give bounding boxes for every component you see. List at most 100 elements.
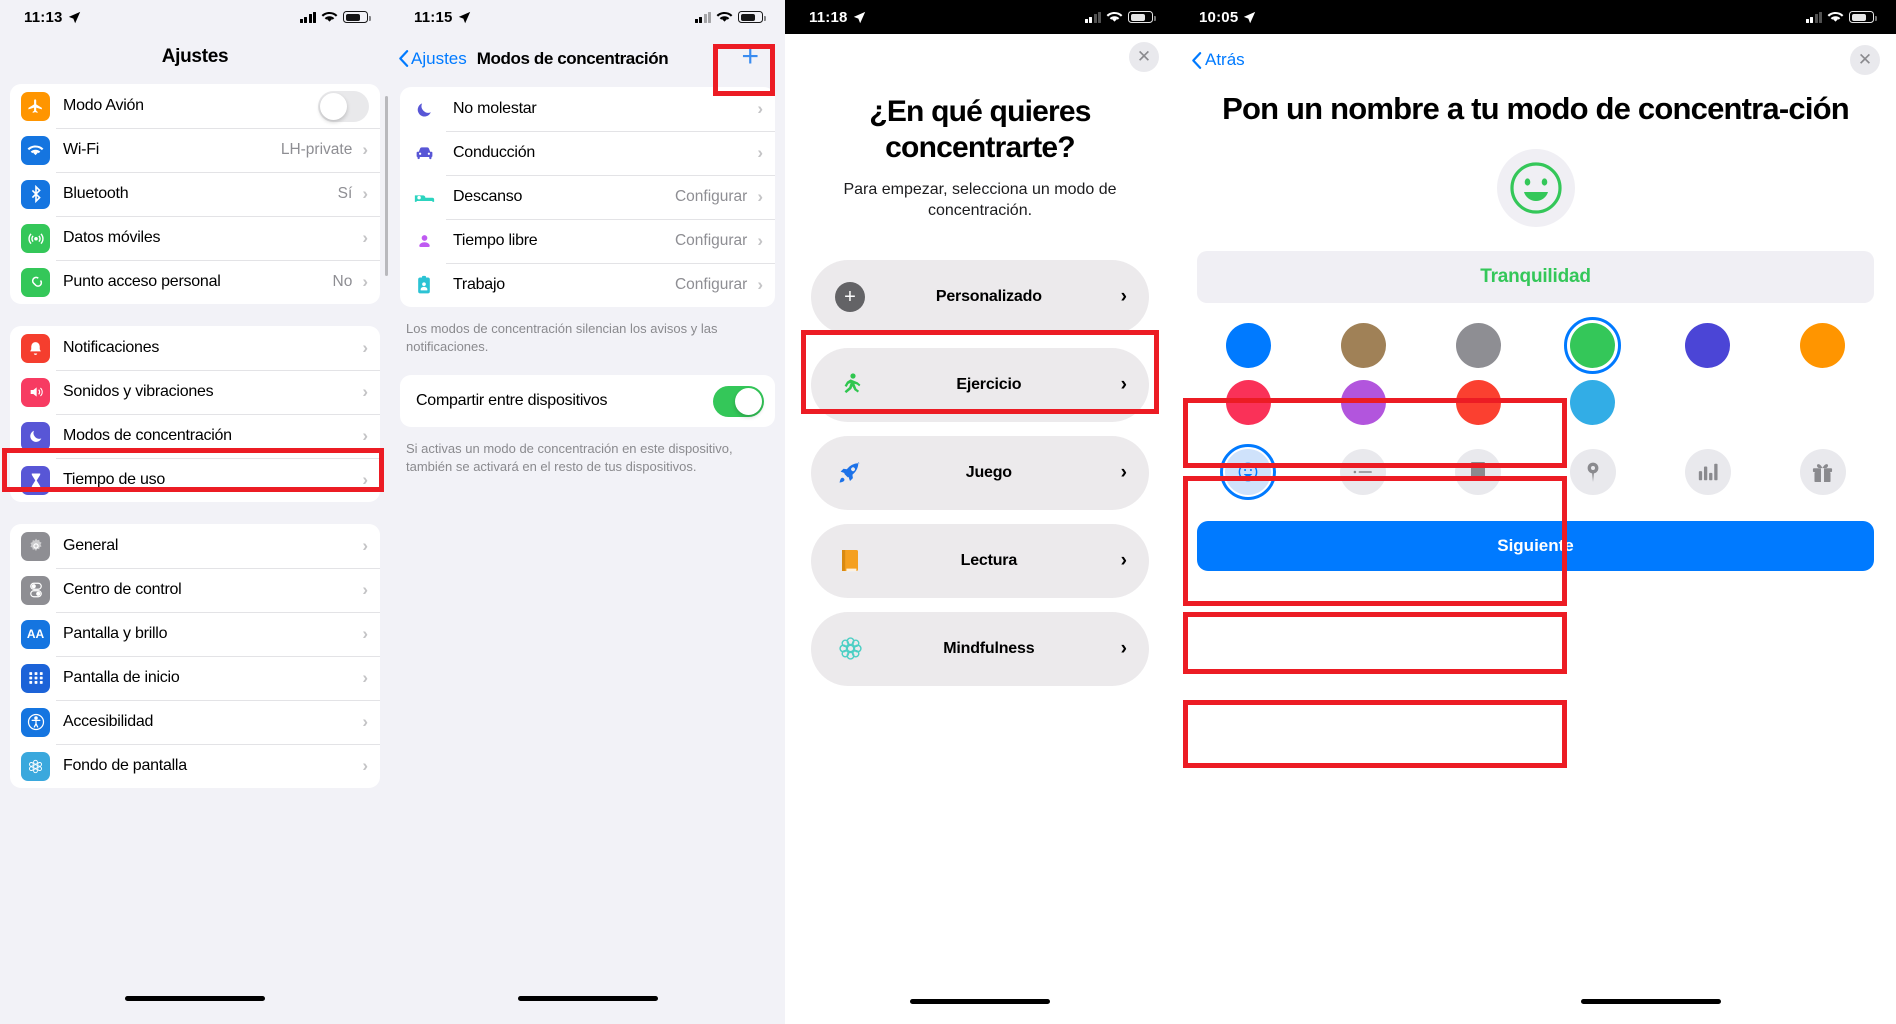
settings-row-accessibility[interactable]: Accesibilidad › xyxy=(10,700,380,744)
color-swatch-pink[interactable] xyxy=(1225,380,1271,426)
next-button[interactable]: Siguiente xyxy=(1197,521,1874,572)
grid-icon xyxy=(21,663,50,693)
chart-icon[interactable] xyxy=(1684,449,1731,496)
settings-row-sounds[interactable]: Sonidos y vibraciones › xyxy=(10,370,380,414)
moon-icon xyxy=(411,95,437,124)
settings-row-bluetooth[interactable]: Bluetooth Sí › xyxy=(10,172,380,216)
panel-focus-name: 10:05 Atrás ✕ Pon un nombre a tu modo de… xyxy=(1175,0,1896,1024)
focus-row-label: Conducción xyxy=(453,144,535,161)
settings-row-cellular[interactable]: Datos móviles › xyxy=(10,216,380,260)
focus-option-fitness[interactable]: Ejercicio › xyxy=(811,347,1149,422)
focus-row-driving[interactable]: Conducción › xyxy=(400,131,775,175)
color-swatch-green[interactable] xyxy=(1564,317,1622,375)
color-swatch-orange[interactable] xyxy=(1800,323,1846,369)
color-swatch-indigo[interactable] xyxy=(1685,323,1731,369)
chevron-right-icon: › xyxy=(362,580,368,599)
settings-row-controlcenter[interactable]: Centro de control › xyxy=(10,568,380,612)
chevron-right-icon: › xyxy=(757,187,763,206)
focus-row-work[interactable]: Trabajo Configurar › xyxy=(400,263,775,307)
gear-icon xyxy=(21,531,50,561)
color-swatch-brown[interactable] xyxy=(1340,323,1386,369)
chevron-right-icon: › xyxy=(362,712,368,731)
focus-row-sleep[interactable]: Descanso Configurar › xyxy=(400,175,775,219)
chevron-right-icon: › xyxy=(362,338,368,357)
back-button-label: Ajustes xyxy=(411,48,467,68)
sheet-nav-bar: ✕ xyxy=(785,34,1175,80)
settings-row-display[interactable]: AA Pantalla y brillo › xyxy=(10,612,380,656)
focus-name-input[interactable]: Tranquilidad xyxy=(1197,251,1874,304)
status-bar: 11:18 xyxy=(785,0,1175,34)
chevron-right-icon: › xyxy=(1120,461,1127,483)
location-icon xyxy=(1244,11,1256,23)
settings-row-label: Datos móviles xyxy=(63,229,161,246)
settings-row-label: Fondo de pantalla xyxy=(63,757,187,774)
settings-row-label: Pantalla de inicio xyxy=(63,669,180,686)
wifi-icon xyxy=(1827,11,1844,22)
focus-option-custom[interactable]: + Personalizado › xyxy=(811,259,1149,334)
settings-row-value: Sí xyxy=(337,185,353,202)
color-swatch-gray[interactable] xyxy=(1455,323,1501,369)
focus-option-gaming[interactable]: Juego › xyxy=(811,435,1149,510)
chevron-right-icon: › xyxy=(757,143,763,162)
focus-option-mindfulness[interactable]: Mindfulness › xyxy=(811,611,1149,686)
home-indicator xyxy=(517,996,658,1001)
bookmark-icon[interactable] xyxy=(1455,449,1502,496)
next-button-label: Siguiente xyxy=(1497,536,1574,556)
back-button[interactable]: Atrás xyxy=(1191,50,1245,70)
cellular-signal-icon xyxy=(1084,11,1101,23)
chevron-right-icon: › xyxy=(362,140,368,159)
list-icon[interactable] xyxy=(1340,449,1387,496)
color-swatch-red[interactable] xyxy=(1455,380,1501,426)
settings-row-wifi[interactable]: Wi-Fi LH-private › xyxy=(10,128,380,172)
focus-option-reading[interactable]: Lectura › xyxy=(811,523,1149,598)
chevron-left-icon xyxy=(399,50,409,67)
chevron-right-icon: › xyxy=(757,231,763,250)
share-across-devices-row[interactable]: Compartir entre dispositivos xyxy=(400,375,775,427)
back-button[interactable]: Ajustes xyxy=(398,49,467,69)
home-indicator xyxy=(1581,999,1721,1004)
settings-row-general[interactable]: General › xyxy=(10,524,380,568)
cellular-signal-icon xyxy=(1805,11,1822,23)
color-swatch-purple[interactable] xyxy=(1340,380,1386,426)
settings-row-homescreen[interactable]: Pantalla de inicio › xyxy=(10,656,380,700)
close-icon[interactable]: ✕ xyxy=(1850,45,1880,75)
smiley-icon xyxy=(1509,162,1562,214)
chevron-right-icon: › xyxy=(757,99,763,118)
airplane-toggle[interactable] xyxy=(318,90,369,122)
focus-modes-footer: Los modos de concentración silencian los… xyxy=(406,321,718,354)
settings-row-notifications[interactable]: Notificaciones › xyxy=(10,326,380,370)
focus-row-personal[interactable]: Tiempo libre Configurar › xyxy=(400,219,775,263)
settings-row-label: Accesibilidad xyxy=(63,713,154,730)
chevron-right-icon: › xyxy=(757,275,763,294)
settings-row-airplane[interactable]: Modo Avión xyxy=(10,84,380,128)
settings-row-wallpaper[interactable]: Fondo de pantalla › xyxy=(10,744,380,788)
chevron-right-icon: › xyxy=(362,272,368,291)
color-swatch-teal[interactable] xyxy=(1570,380,1616,426)
share-across-devices-toggle[interactable] xyxy=(713,385,764,417)
focus-name-sheet: Atrás ✕ Pon un nombre a tu modo de conce… xyxy=(1175,34,1896,1024)
settings-row-focus[interactable]: Modos de concentración › xyxy=(10,414,380,458)
add-focus-button[interactable]: + xyxy=(727,42,773,73)
home-indicator xyxy=(125,996,265,1001)
settings-row-label: Pantalla y brillo xyxy=(63,625,168,642)
pin-icon[interactable] xyxy=(1569,449,1616,496)
cellular-icon xyxy=(21,223,50,253)
close-icon[interactable]: ✕ xyxy=(1129,42,1159,72)
flower-icon xyxy=(21,751,50,781)
settings-row-hotspot[interactable]: Punto acceso personal No › xyxy=(10,260,380,304)
wifi-icon xyxy=(716,11,733,22)
smiley-icon[interactable] xyxy=(1220,444,1277,501)
page-subtitle: Para empezar, selecciona un modo de conc… xyxy=(843,181,1117,219)
settings-group-connectivity: Modo Avión Wi-Fi LH-private › Bluetooth xyxy=(10,84,380,304)
settings-row-screentime[interactable]: Tiempo de uso › xyxy=(10,458,380,502)
car-icon xyxy=(411,139,437,168)
scrollbar[interactable] xyxy=(385,96,388,276)
focus-row-dnd[interactable]: No molestar › xyxy=(400,87,775,131)
gift-icon[interactable] xyxy=(1799,449,1846,496)
focus-option-label: Lectura xyxy=(960,551,1018,569)
settings-row-label: Notificaciones xyxy=(63,339,160,356)
avatar[interactable] xyxy=(1496,149,1575,228)
color-swatch-blue[interactable] xyxy=(1225,323,1271,369)
settings-row-label: Wi-Fi xyxy=(63,141,100,158)
speaker-icon xyxy=(21,377,50,407)
